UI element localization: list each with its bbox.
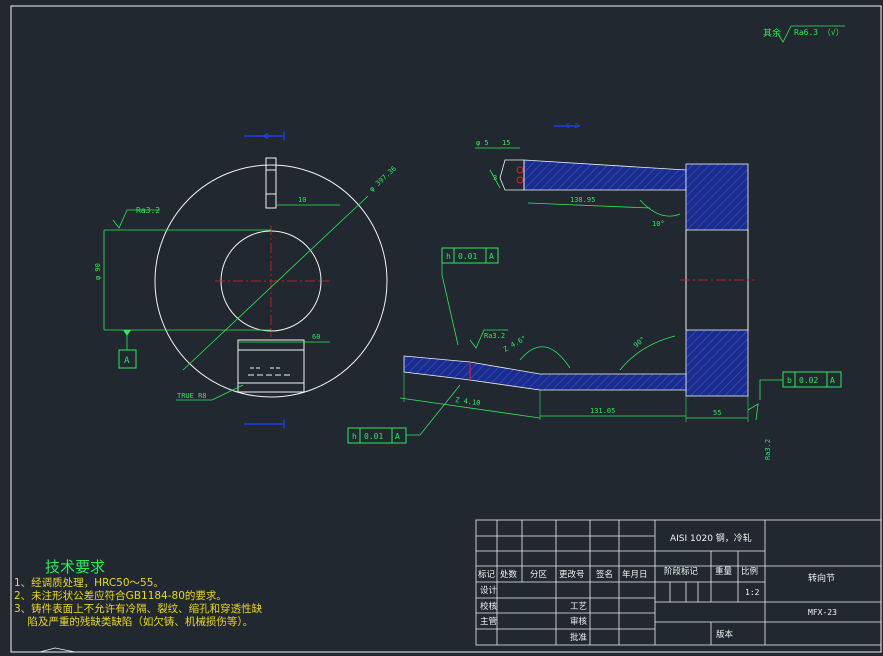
col-weight: 重量 (715, 566, 733, 577)
general-roughness: 其余 Ra6.3 （√） (763, 25, 845, 43)
dim-top-length: 138.95 (570, 196, 595, 204)
tech-req-line-4: 陷及严重的残缺类缺陷（如欠铸、机械损伤等）。 (14, 615, 253, 628)
row-review: 审核 (570, 616, 588, 627)
right-view: C 2 φ 5 15 3 138.95 10° h 0.01 A Ra3.2 Z… (347, 122, 842, 460)
row-approve: 批准 (570, 632, 588, 643)
dim-bottom-length: Z 4.10 (455, 396, 481, 407)
cad-drawing-canvas: 其余 Ra6.3 （√） 10 φ 397.36 φ 90 Ra3.2 A 60… (0, 0, 883, 656)
tol-h2-datum: A (395, 432, 400, 441)
left-roughness: Ra3.2 (136, 206, 160, 215)
tol-h1-value: 0.01 (458, 252, 477, 261)
header-date: 年月日 (622, 569, 648, 580)
left-view: 10 φ 397.36 φ 90 Ra3.2 A 60 TRUE R8 (94, 131, 398, 429)
top-arm-hatch (523, 159, 687, 191)
tol-b-datum: A (830, 376, 835, 385)
header-change: 更改号 (559, 569, 585, 580)
col-stage: 阶段标记 (664, 566, 699, 577)
roughness-general-label: 其余 (763, 27, 781, 39)
dim-angle-46: Z 4.6° (502, 334, 528, 354)
bottom-slot (237, 339, 305, 393)
dim-bottom-width: 60 (312, 333, 320, 341)
row-chief: 主管 (480, 616, 497, 627)
version-label: 版本 (716, 629, 734, 640)
dim-slot-width: 10 (298, 196, 306, 204)
tol-h2-symbol: h (352, 432, 357, 441)
tech-req-line-2: 2、未注形状公差应符合GB1184-80的要求。 (14, 589, 227, 602)
tech-req-title: 技术要求 (45, 558, 105, 576)
row-design: 设计 (480, 585, 498, 596)
bottom-arm-hatch (403, 355, 687, 391)
tol-h1-symbol: h (446, 252, 451, 261)
col-scale: 比例 (741, 566, 758, 577)
tech-req-line-1: 1、经调质处理，HRC50～55。 (14, 576, 164, 589)
tolerance-frame-b: b 0.02 A (759, 371, 842, 400)
dim-angle-90: 90° (632, 335, 647, 349)
row-process: 工艺 (570, 602, 587, 612)
dim-55: 55 (713, 409, 721, 417)
label-phi5: φ 5 (476, 139, 489, 147)
part-name: 转向节 (808, 572, 835, 584)
dim-outer-diameter: φ 397.36 (368, 165, 398, 194)
drawing-border (10, 5, 882, 653)
header-mark: 标记 (478, 569, 496, 580)
dim-131: 131.05 (590, 407, 615, 415)
tol-h2-value: 0.01 (364, 432, 383, 441)
dim-inner-diameter: φ 90 (94, 263, 102, 280)
label-c2: C 2 (566, 122, 579, 130)
drawing-svg: 其余 Ra6.3 （√） 10 φ 397.36 φ 90 Ra3.2 A 60… (10, 5, 882, 653)
side-roughness: Ra3.2 (764, 439, 772, 460)
material-text: AISI 1020 钢，冷轧 (670, 532, 752, 544)
bottom-block-hatch (685, 329, 749, 397)
header-zone: 分区 (530, 570, 548, 580)
mid-roughness: Ra3.2 (484, 332, 505, 340)
dim-15: 15 (502, 139, 510, 147)
tol-b-symbol: b (787, 376, 792, 385)
row-check: 校核 (480, 601, 498, 612)
tech-req-line-3: 3、铸件表面上不允许有冷隔、裂纹、缩孔和穿透性缺 (14, 602, 263, 615)
tolerance-frame-h1: h 0.01 A (441, 247, 499, 346)
top-block-hatch (685, 163, 749, 231)
roughness-general-value: Ra6.3 （√） (794, 28, 844, 37)
drawing-number: MFX-23 (808, 608, 837, 617)
tol-b-value: 0.02 (799, 376, 818, 385)
datum-a-label: A (124, 356, 130, 366)
scale-value: 1:2 (745, 588, 760, 597)
tol-h1-datum: A (489, 252, 494, 261)
title-block-text: AISI 1020 钢，冷轧 标记 处数 分区 更改号 签名 年月日 阶段标记 … (478, 532, 837, 643)
dim-angle-top: 10° (652, 220, 665, 228)
tech-requirements: 技术要求 1、经调质处理，HRC50～55。 2、未注形状公差应符合GB1184… (14, 558, 263, 628)
true-radius-label: TRUE R8 (177, 392, 207, 400)
dim-3: 3 (493, 174, 497, 182)
header-count: 处数 (500, 569, 518, 580)
header-sign: 签名 (596, 569, 613, 580)
